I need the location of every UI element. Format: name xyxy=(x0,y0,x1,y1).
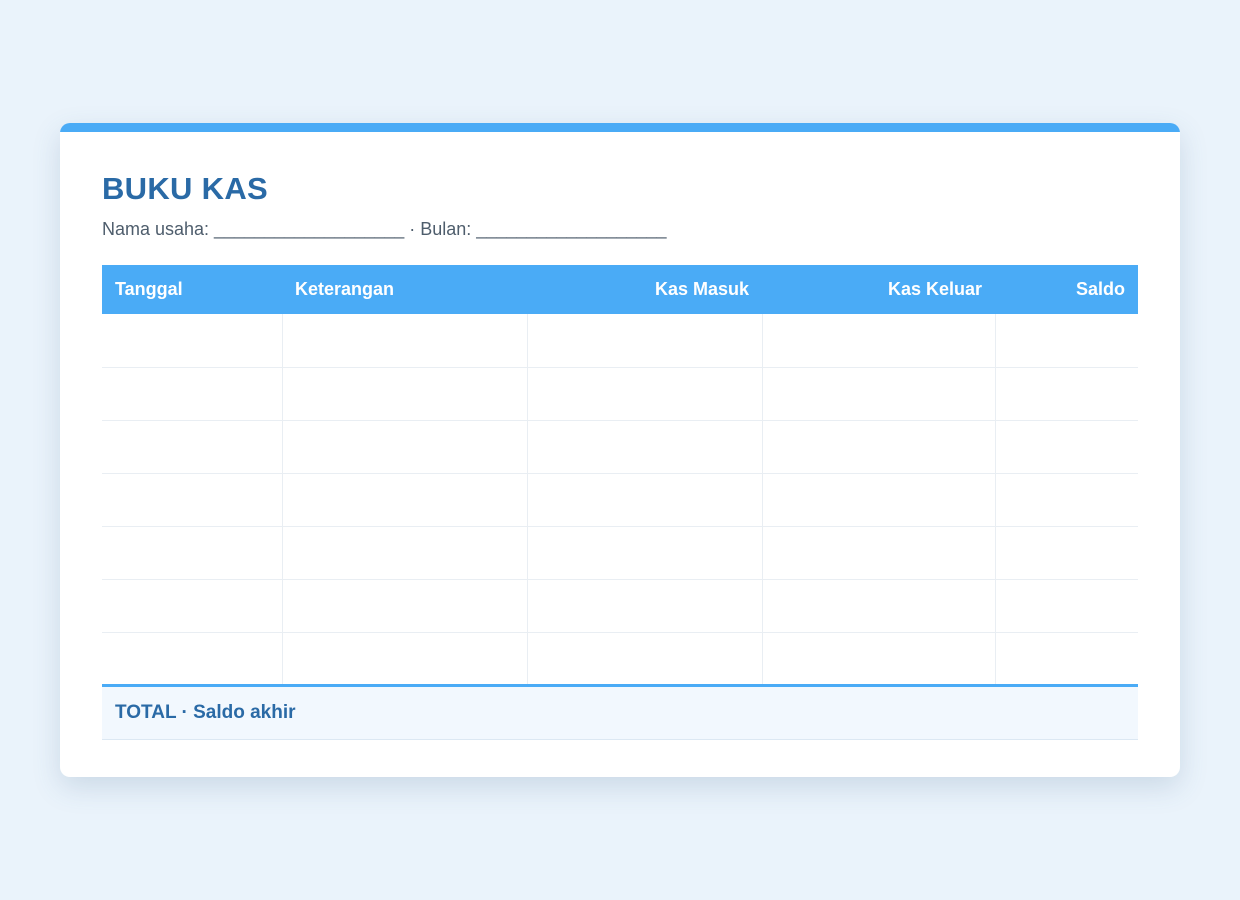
cell-keterangan[interactable] xyxy=(282,367,528,421)
page-title: BUKU KAS xyxy=(102,171,269,206)
cell-tanggal[interactable] xyxy=(102,526,283,580)
table-row xyxy=(102,420,1138,474)
cell-saldo[interactable] xyxy=(995,579,1138,633)
cell-kas-keluar[interactable] xyxy=(762,420,996,474)
cell-keterangan[interactable] xyxy=(282,632,528,685)
cell-kas-keluar[interactable] xyxy=(762,367,996,421)
cell-kas-masuk[interactable] xyxy=(527,420,763,474)
cell-tanggal[interactable] xyxy=(102,420,283,474)
cash-ledger-table: Tanggal Keterangan Kas Masuk Kas Keluar … xyxy=(102,265,1138,740)
table-row xyxy=(102,473,1138,527)
cash-book-card: BUKU KAS Nama usaha: ___________________… xyxy=(60,123,1180,777)
cell-keterangan[interactable] xyxy=(282,526,528,580)
total-row: TOTAL · Saldo akhir xyxy=(102,683,1138,740)
table-row xyxy=(102,367,1138,421)
cell-tanggal[interactable] xyxy=(102,367,283,421)
column-header-keterangan: Keterangan xyxy=(282,265,527,314)
cell-keterangan[interactable] xyxy=(282,314,528,368)
cell-kas-masuk[interactable] xyxy=(527,632,763,685)
cell-kas-masuk[interactable] xyxy=(527,367,763,421)
cell-saldo[interactable] xyxy=(995,367,1138,421)
column-header-tanggal: Tanggal xyxy=(102,265,282,314)
cell-tanggal[interactable] xyxy=(102,579,283,633)
column-header-kas-masuk: Kas Masuk xyxy=(527,265,762,314)
table-row xyxy=(102,526,1138,580)
cell-kas-keluar[interactable] xyxy=(762,473,996,527)
cell-kas-masuk[interactable] xyxy=(527,579,763,633)
cell-keterangan[interactable] xyxy=(282,473,528,527)
cell-saldo[interactable] xyxy=(995,526,1138,580)
column-header-kas-keluar: Kas Keluar xyxy=(762,265,995,314)
total-label: TOTAL · Saldo akhir xyxy=(102,683,1138,740)
cell-saldo[interactable] xyxy=(995,420,1138,474)
column-header-saldo: Saldo xyxy=(995,265,1138,314)
cell-tanggal[interactable] xyxy=(102,473,283,527)
cell-kas-keluar[interactable] xyxy=(762,526,996,580)
cell-keterangan[interactable] xyxy=(282,579,528,633)
table-row xyxy=(102,632,1138,685)
cell-tanggal[interactable] xyxy=(102,632,283,685)
table-row xyxy=(102,579,1138,633)
table-header-row: Tanggal Keterangan Kas Masuk Kas Keluar … xyxy=(102,265,1138,314)
cell-keterangan[interactable] xyxy=(282,420,528,474)
card-accent-bar xyxy=(60,123,1180,132)
cell-saldo[interactable] xyxy=(995,314,1138,368)
cell-kas-masuk[interactable] xyxy=(527,473,763,527)
cell-kas-keluar[interactable] xyxy=(762,314,996,368)
cell-kas-keluar[interactable] xyxy=(762,632,996,685)
cell-saldo[interactable] xyxy=(995,473,1138,527)
cell-kas-masuk[interactable] xyxy=(527,314,763,368)
cell-kas-keluar[interactable] xyxy=(762,579,996,633)
cell-kas-masuk[interactable] xyxy=(527,526,763,580)
business-month-line: Nama usaha: ___________________ · Bulan:… xyxy=(102,219,667,239)
cell-tanggal[interactable] xyxy=(102,314,283,368)
table-row xyxy=(102,314,1138,368)
cell-saldo[interactable] xyxy=(995,632,1138,685)
